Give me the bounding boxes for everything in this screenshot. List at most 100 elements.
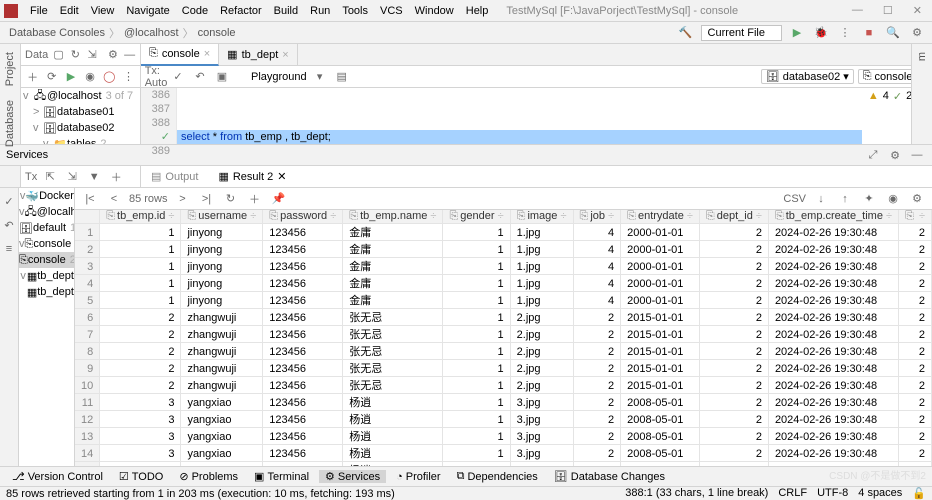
line-sep[interactable]: CRLF — [778, 487, 807, 500]
output-tab[interactable]: ▤ Output — [147, 170, 202, 183]
menu-view[interactable]: View — [85, 5, 121, 17]
db-stop-icon[interactable]: ◯ — [102, 68, 117, 86]
editor-settings-icon[interactable]: ▤ — [333, 68, 351, 86]
import-icon[interactable]: ↑ — [836, 190, 854, 208]
crumb-0[interactable]: Database Consoles — [6, 27, 108, 39]
rollback-icon[interactable]: ↶ — [191, 68, 209, 86]
table-row[interactable]: 123yangxiao123456杨逍13.jpg22008-05-012202… — [75, 411, 932, 428]
warn-icon[interactable]: ▲ — [868, 90, 879, 102]
cursor-pos[interactable]: 388:1 (33 chars, 1 line break) — [625, 487, 768, 500]
encoding[interactable]: UTF-8 — [817, 487, 848, 500]
table-row[interactable]: 62zhangwuji123456张无忌12.jpg22015-01-01220… — [75, 309, 932, 326]
menu-vcs[interactable]: VCS — [374, 5, 409, 17]
table-row[interactable]: 113yangxiao123456杨逍13.jpg22008-05-012202… — [75, 394, 932, 411]
bottom-tab-terminal[interactable]: ▣Terminal — [248, 470, 315, 483]
bottom-tab-todo[interactable]: ☑TODO — [113, 470, 169, 483]
table-row[interactable]: 92zhangwuji123456张无忌12.jpg22015-01-01220… — [75, 360, 932, 377]
run-icon[interactable]: ▶ — [788, 24, 806, 42]
view-mode-icon[interactable]: ✦ — [860, 190, 878, 208]
table-row[interactable]: 133yangxiao123456杨逍13.jpg22008-05-012202… — [75, 428, 932, 445]
svc-check-icon[interactable]: ✓ — [0, 192, 18, 210]
pin-icon[interactable]: 📌 — [269, 190, 287, 208]
crumb-1[interactable]: @localhost — [121, 27, 182, 39]
db-sync-icon[interactable]: ⟳ — [44, 68, 59, 86]
explain-icon[interactable]: ▣ — [213, 68, 231, 86]
menu-tools[interactable]: Tools — [336, 5, 374, 17]
table-row[interactable]: 143yangxiao123456杨逍13.jpg22008-05-012202… — [75, 445, 932, 462]
db-filter-icon[interactable]: ▢ — [52, 46, 65, 64]
schema-chip[interactable]: 🗄 database02 ▾ — [761, 69, 854, 84]
db-run-icon[interactable]: ▶ — [63, 68, 78, 86]
tree-row[interactable]: v▦tb_dept — [19, 268, 74, 284]
db-more-icon[interactable]: ⋮ — [121, 68, 136, 86]
database-tool[interactable]: Database — [4, 96, 16, 151]
db-hide-icon[interactable]: ― — [123, 46, 136, 64]
menu-refactor[interactable]: Refactor — [214, 5, 268, 17]
close-button[interactable]: ✕ — [907, 4, 928, 17]
add-row-icon[interactable]: ＋ — [245, 190, 263, 208]
table-row[interactable]: 51jinyong123456金庸11.jpg42000-01-0122024-… — [75, 292, 932, 309]
services-link-icon[interactable]: ⤢ — [864, 146, 882, 164]
table-row[interactable]: 11jinyong123456金庸11.jpg42000-01-0122024-… — [75, 224, 932, 241]
db-add-icon[interactable]: ＋ — [25, 68, 40, 86]
debug-icon[interactable]: 🐞 — [812, 24, 830, 42]
tree-row[interactable]: v🗄database02 — [21, 120, 140, 136]
indent[interactable]: 4 spaces — [858, 487, 902, 500]
bottom-tab-services[interactable]: ⚙Services — [319, 470, 386, 483]
project-tool[interactable]: Project — [4, 48, 16, 90]
services-gear-icon[interactable]: ⚙ — [886, 146, 904, 164]
tree-row[interactable]: v⎘console224 ms — [19, 236, 74, 252]
minimize-button[interactable]: ― — [846, 4, 869, 17]
eye-icon[interactable]: ◉ — [884, 190, 902, 208]
result-tab[interactable]: ▦ Result 2 ✕ — [214, 170, 290, 183]
tree-row[interactable]: ▦tb_dept — [19, 284, 74, 300]
menu-run[interactable]: Run — [304, 5, 336, 17]
editor-tab-tb_dept[interactable]: ▦tb_dept× — [219, 44, 298, 66]
result-grid[interactable]: ⎘tb_emp.id ÷⎘username ÷⎘password ÷⎘tb_em… — [75, 210, 932, 476]
bottom-tab-dependencies[interactable]: ⧉Dependencies — [451, 470, 544, 483]
last-page-icon[interactable]: >| — [197, 190, 215, 208]
tree-row[interactable]: v📁tables2 — [21, 136, 140, 144]
db-tree[interactable]: v🖧@localhost3 of 7>🗄database01v🗄database… — [21, 88, 140, 144]
menu-help[interactable]: Help — [460, 5, 495, 17]
tree-row[interactable]: v🖧@localhost — [19, 204, 74, 220]
reload-icon[interactable]: ↻ — [221, 190, 239, 208]
editor-tab-console[interactable]: ⎘console× — [141, 44, 219, 66]
menu-window[interactable]: Window — [409, 5, 460, 17]
stop-icon[interactable]: ■ — [860, 24, 878, 42]
commit-icon[interactable]: ✓ — [169, 68, 187, 86]
menu-code[interactable]: Code — [176, 5, 214, 17]
table-row[interactable]: 21jinyong123456金庸11.jpg42000-01-0122024-… — [75, 241, 932, 258]
menu-build[interactable]: Build — [268, 5, 304, 17]
db-gear-icon[interactable]: ⚙ — [107, 46, 120, 64]
tree-row[interactable]: >🗄database01 — [21, 104, 140, 120]
csv-select[interactable]: CSV — [783, 193, 806, 205]
svc-filter-icon[interactable]: ▼ — [85, 168, 103, 186]
ide-settings-icon[interactable]: ⚙ — [908, 24, 926, 42]
editor-area[interactable]: 386 387 388 ✓ 389 select * from tb_emp ,… — [141, 88, 932, 144]
tree-row[interactable]: ⎘console224 ms — [19, 252, 74, 268]
eye-icon[interactable]: ✓ — [893, 90, 902, 103]
db-jump-icon[interactable]: ◉ — [83, 68, 98, 86]
services-tree[interactable]: v🐳Dockerv🖧@localhost🗄default1 s 34 msv⎘c… — [19, 188, 75, 476]
bottom-tab-database-changes[interactable]: 🗄Database Changes — [548, 470, 671, 483]
table-row[interactable]: 31jinyong123456金庸11.jpg42000-01-0122024-… — [75, 258, 932, 275]
settings-icon[interactable]: ⚙ — [908, 190, 926, 208]
build-icon[interactable]: 🔨 — [677, 24, 695, 42]
prev-page-icon[interactable]: < — [105, 190, 123, 208]
menu-edit[interactable]: Edit — [54, 5, 85, 17]
db-collapse-icon[interactable]: ⇲ — [86, 46, 99, 64]
playground-select[interactable]: Playground — [251, 71, 307, 83]
menu-navigate[interactable]: Navigate — [120, 5, 175, 17]
table-row[interactable]: 72zhangwuji123456张无忌12.jpg22015-01-01220… — [75, 326, 932, 343]
table-row[interactable]: 82zhangwuji123456张无忌12.jpg22015-01-01220… — [75, 343, 932, 360]
bottom-tab-problems[interactable]: ⊘Problems — [173, 470, 244, 483]
svc-list-icon[interactable]: ≡ — [0, 240, 18, 258]
readonly-icon[interactable]: 🔓 — [912, 487, 926, 500]
svc-rollback-icon[interactable]: ↶ — [0, 216, 18, 234]
next-page-icon[interactable]: > — [173, 190, 191, 208]
maven-tool[interactable]: m — [916, 48, 928, 65]
export-icon[interactable]: ↓ — [812, 190, 830, 208]
svc-add-icon[interactable]: ＋ — [107, 168, 125, 186]
db-refresh-icon[interactable]: ↻ — [69, 46, 82, 64]
